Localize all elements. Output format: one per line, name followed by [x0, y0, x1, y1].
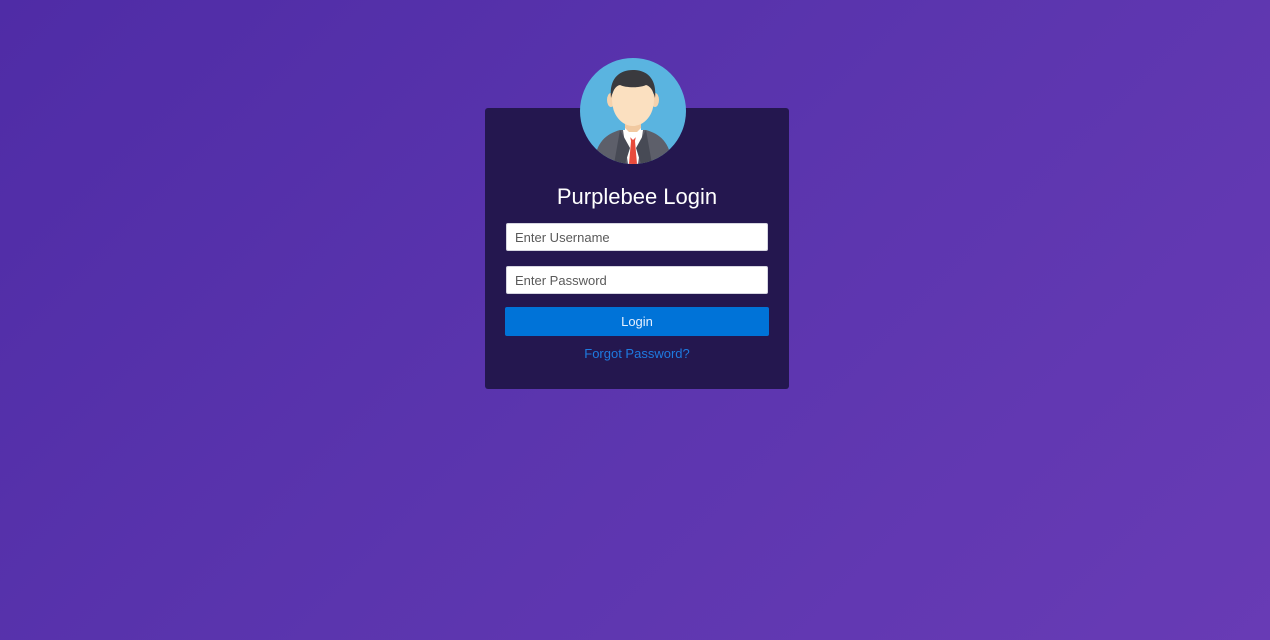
username-input[interactable]	[506, 223, 768, 251]
user-avatar-icon	[580, 58, 686, 164]
password-input[interactable]	[506, 266, 768, 294]
login-title: Purplebee Login	[556, 184, 718, 209]
login-button[interactable]: Login	[505, 307, 769, 336]
forgot-password-link[interactable]: Forgot Password?	[485, 346, 789, 361]
